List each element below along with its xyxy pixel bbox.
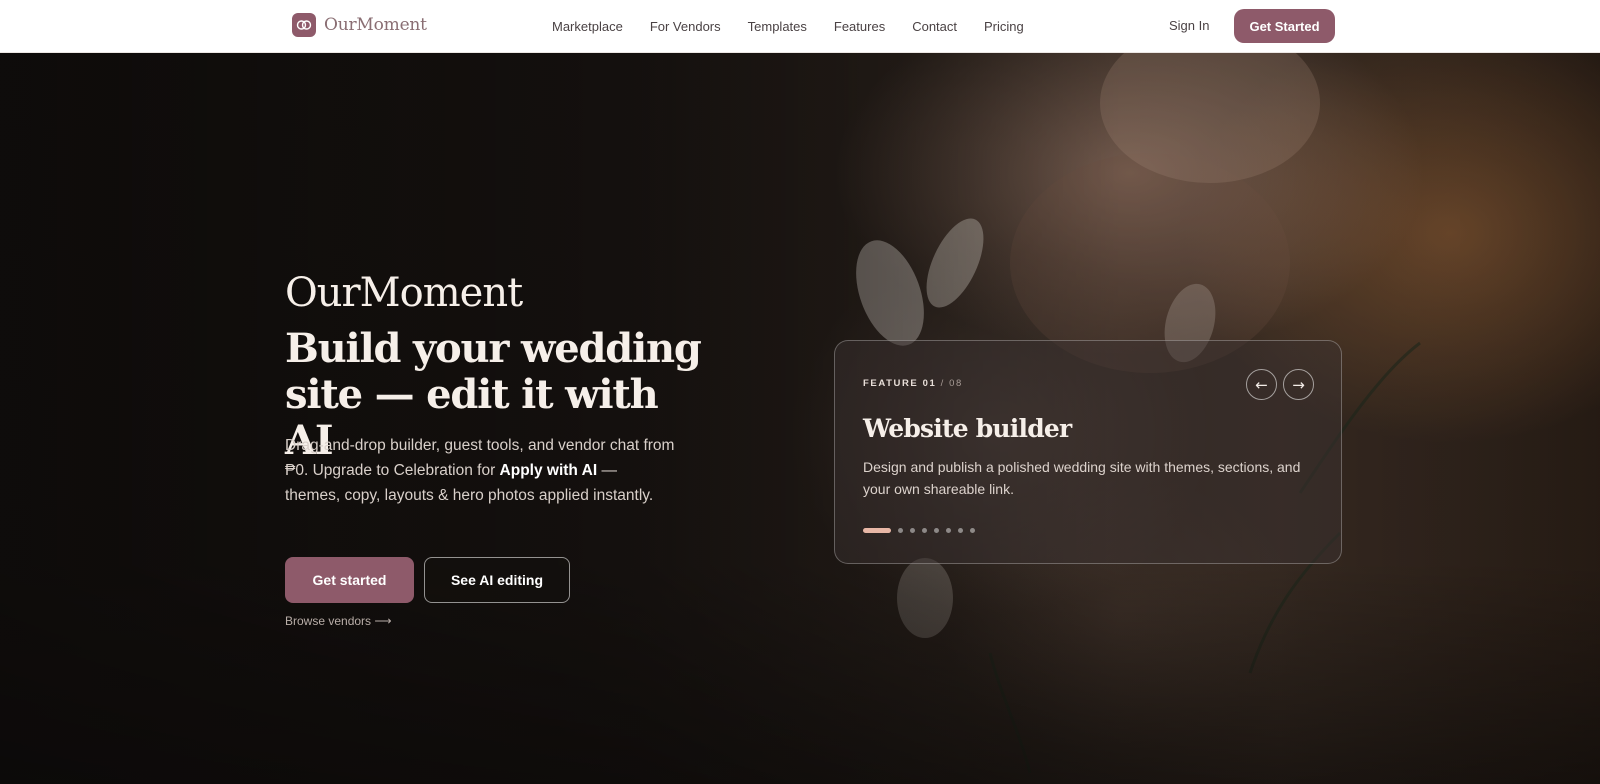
carousel-dot[interactable] xyxy=(898,528,903,533)
logo-rings-icon xyxy=(292,13,316,37)
nav-link-features[interactable]: Features xyxy=(834,19,885,34)
apply-with-ai-highlight: Apply with AI xyxy=(499,462,598,479)
nav-link-for-vendors[interactable]: For Vendors xyxy=(650,19,721,34)
nav-link-pricing[interactable]: Pricing xyxy=(984,19,1024,34)
sign-in-link[interactable]: Sign In xyxy=(1169,18,1209,33)
hero-section: OurMoment Build your wedding site — edit… xyxy=(0,53,1600,784)
carousel-dot[interactable] xyxy=(934,528,939,533)
hero-subtitle: Drag-and-drop builder, guest tools, and … xyxy=(285,437,675,504)
feature-counter: FEATURE 01 / 08 xyxy=(863,378,963,389)
carousel-dot[interactable] xyxy=(958,528,963,533)
get-started-nav-button[interactable]: Get Started xyxy=(1234,9,1335,43)
top-nav: OurMoment Marketplace For Vendors Templa… xyxy=(0,0,1600,53)
carousel-dot[interactable] xyxy=(970,528,975,533)
nav-link-templates[interactable]: Templates xyxy=(748,19,807,34)
nav-link-contact[interactable]: Contact xyxy=(912,19,957,34)
nav-links: Marketplace For Vendors Templates Featur… xyxy=(552,0,1051,53)
logo-text: OurMoment xyxy=(324,15,427,35)
feature-description: Design and publish a polished wedding si… xyxy=(863,459,1301,497)
feature-carousel-card: FEATURE 01 / 08 ← → Website builder Desi… xyxy=(834,340,1342,564)
feature-title: Website builder xyxy=(863,414,1072,443)
get-started-button[interactable]: Get started xyxy=(285,557,414,603)
arrow-right-icon[interactable]: → xyxy=(1283,369,1314,400)
browse-vendors-link[interactable]: Browse vendors ⟶ xyxy=(285,614,392,628)
logo[interactable]: OurMoment xyxy=(292,13,427,37)
hero-overlay xyxy=(0,53,1600,784)
carousel-dot[interactable] xyxy=(910,528,915,533)
see-ai-editing-button[interactable]: See AI editing xyxy=(424,557,570,603)
hero-brand: OurMoment xyxy=(285,270,523,316)
nav-link-marketplace[interactable]: Marketplace xyxy=(552,19,623,34)
carousel-dot[interactable] xyxy=(946,528,951,533)
carousel-dots xyxy=(863,528,982,533)
carousel-dot[interactable] xyxy=(922,528,927,533)
carousel-dot[interactable] xyxy=(863,528,891,533)
arrow-left-icon[interactable]: ← xyxy=(1246,369,1277,400)
